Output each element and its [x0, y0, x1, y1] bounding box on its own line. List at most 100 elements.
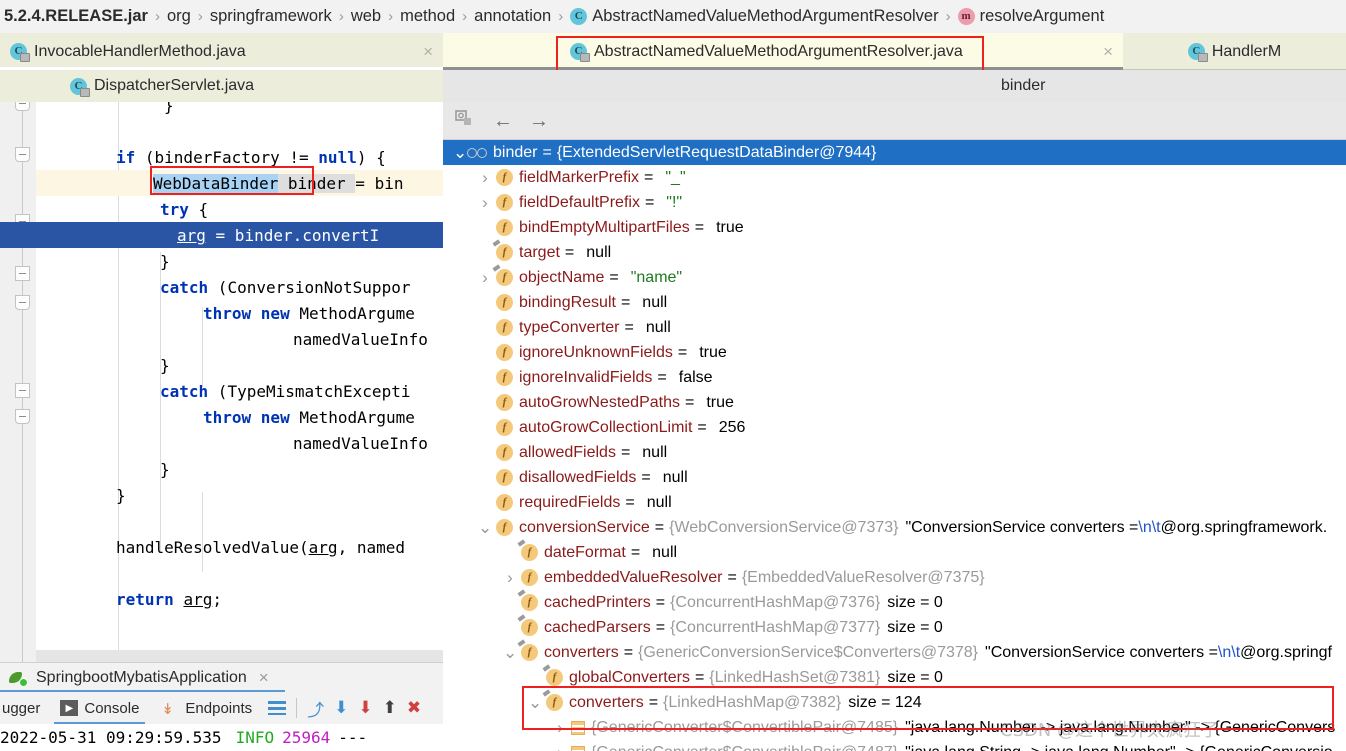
- debugger-variables-panel[interactable]: ← → ⌄ binder = {ExtendedServletRequestDataB…: [443, 102, 1346, 751]
- variable-value: null: [662, 468, 688, 486]
- code-content[interactable]: } if (binderFactory != null) { WebDataBi…: [0, 102, 443, 662]
- value-fragment: "ConversionService converters =: [985, 643, 1218, 661]
- back-arrow-icon[interactable]: ←: [493, 110, 513, 132]
- fold-marker[interactable]: [15, 147, 30, 162]
- variable-row[interactable]: f disallowedFields = null: [443, 465, 1346, 490]
- debugger-toolbar[interactable]: ← →: [443, 102, 1346, 140]
- chevron-right-icon[interactable]: ›: [478, 168, 492, 188]
- variable-row[interactable]: f bindEmptyMultipartFiles = true: [443, 215, 1346, 240]
- final-field-icon: f: [521, 544, 538, 561]
- debugger-tab[interactable]: ugger: [0, 692, 44, 724]
- step-into-icon[interactable]: ⬇: [334, 698, 348, 718]
- run-panel-toolbar[interactable]: ugger ▶ Console ↡ Endpoints ⤴ ⬇ ⬇ ⬆ ✖: [0, 692, 443, 724]
- breadcrumb-separator: ›: [462, 8, 468, 25]
- breadcrumb-item-springframework[interactable]: springframework: [206, 7, 336, 26]
- console-dashes: ---: [338, 728, 368, 747]
- object-reference: {ConcurrentHashMap@7377}: [670, 618, 881, 636]
- variable-row[interactable]: ⌄ f converters = {LinkedHashMap@7382} size = …: [443, 690, 1346, 715]
- variable-row[interactable]: › {GenericConverter$ConvertiblePair@7485}…: [443, 715, 1346, 740]
- binder-hint-label: binder: [1001, 77, 1046, 94]
- field-icon: f: [496, 369, 513, 386]
- variable-row[interactable]: › f objectName = "name": [443, 265, 1346, 290]
- variable-row[interactable]: ⌄ binder = {ExtendedServletRequestDataBinde…: [443, 140, 1346, 165]
- console-output[interactable]: 2022-05-31 09:29:59.535 INFO 25964 ---: [0, 724, 443, 751]
- chevron-right-icon[interactable]: ›: [478, 268, 492, 288]
- chevron-down-icon[interactable]: ⌄: [503, 644, 517, 661]
- breadcrumb-separator: ›: [388, 8, 394, 25]
- force-step-into-icon[interactable]: ⬇: [358, 698, 372, 718]
- tab-dispatcher-servlet[interactable]: C DispatcherServlet.java: [60, 70, 264, 102]
- variable-row[interactable]: f target = null: [443, 240, 1346, 265]
- tab-handler-method[interactable]: C HandlerM: [1123, 33, 1346, 70]
- breadcrumb-label: org: [166, 7, 191, 25]
- equals-sign: =: [684, 393, 695, 411]
- variable-value: true: [716, 218, 744, 236]
- tab-abstract-named-value-method-argument-resolver[interactable]: C AbstractNamedValueMethodArgumentResolv…: [443, 33, 1123, 70]
- variable-row[interactable]: f bindingResult = null: [443, 290, 1346, 315]
- close-icon[interactable]: ×: [423, 42, 433, 62]
- step-out-icon[interactable]: ⬆: [383, 698, 397, 718]
- breadcrumb-item-method[interactable]: method: [396, 7, 459, 26]
- code-editor[interactable]: } if (binderFactory != null) { WebDataBi…: [0, 102, 443, 662]
- breadcrumb-item-class[interactable]: C AbstractNamedValueMethodArgumentResolv…: [566, 7, 942, 26]
- variable-row[interactable]: f globalConverters = {LinkedHashSet@7381} si…: [443, 665, 1346, 690]
- equals-sign: =: [609, 268, 619, 286]
- breadcrumb[interactable]: 5.2.4.RELEASE.jar › org › springframewor…: [0, 0, 1346, 33]
- close-icon[interactable]: ×: [1103, 42, 1113, 62]
- fold-marker[interactable]: [15, 409, 30, 424]
- chevron-down-icon[interactable]: ⌄: [478, 519, 492, 536]
- fold-marker[interactable]: [15, 102, 30, 111]
- code-line-handleresolved: handleResolvedValue(arg, named: [116, 538, 405, 557]
- chevron-right-icon[interactable]: ›: [478, 193, 492, 213]
- object-reference: {LinkedHashSet@7381}: [709, 668, 881, 686]
- tab-invocable-handler-method[interactable]: C InvocableHandlerMethod.java ×: [0, 33, 443, 70]
- step-over-icon[interactable]: ⤴: [307, 696, 324, 721]
- variable-row[interactable]: f cachedParsers = {ConcurrentHashMap@7377} s…: [443, 615, 1346, 640]
- variable-row[interactable]: ⌄ f conversionService = {WebConversionServic…: [443, 515, 1346, 540]
- variable-row[interactable]: f typeConverter = null: [443, 315, 1346, 340]
- chevron-down-icon[interactable]: ⌄: [528, 694, 542, 711]
- variable-row[interactable]: f ignoreInvalidFields = false: [443, 365, 1346, 390]
- variable-row[interactable]: ⌄ f converters = {GenericConversionService$C…: [443, 640, 1346, 665]
- value-fragment: \n: [1138, 518, 1152, 536]
- variable-row[interactable]: › {GenericConverter$ConvertiblePair@7487}…: [443, 740, 1346, 751]
- chevron-right-icon[interactable]: ›: [553, 743, 567, 751]
- variable-row[interactable]: f allowedFields = null: [443, 440, 1346, 465]
- variable-row[interactable]: f dateFormat = null: [443, 540, 1346, 565]
- breadcrumb-item-annotation[interactable]: annotation: [470, 7, 555, 26]
- breadcrumb-item-method-name[interactable]: m resolveArgument: [954, 7, 1109, 26]
- variable-row[interactable]: f autoGrowCollectionLimit = 256: [443, 415, 1346, 440]
- variable-row[interactable]: › f fieldMarkerPrefix = "_": [443, 165, 1346, 190]
- stop-icon[interactable]: ✖: [407, 698, 421, 718]
- fold-marker[interactable]: [15, 383, 30, 398]
- variable-row[interactable]: f requiredFields = null: [443, 490, 1346, 515]
- forward-arrow-icon[interactable]: →: [529, 110, 549, 132]
- breadcrumb-item-jar[interactable]: 5.2.4.RELEASE.jar: [0, 7, 152, 26]
- variable-name: bindEmptyMultipartFiles: [519, 218, 690, 236]
- chevron-down-icon[interactable]: ⌄: [453, 144, 467, 161]
- chevron-right-icon[interactable]: ›: [503, 568, 517, 588]
- object-reference: {ConcurrentHashMap@7376}: [670, 593, 881, 611]
- settings-icon[interactable]: [455, 109, 477, 132]
- editor-gutter[interactable]: [0, 102, 36, 662]
- object-reference: {LinkedHashMap@7382}: [663, 693, 842, 711]
- close-icon[interactable]: ×: [259, 668, 269, 688]
- variable-row[interactable]: › f fieldDefaultPrefix = "!": [443, 190, 1346, 215]
- layout-icon[interactable]: [268, 701, 287, 715]
- value-fragment: "java.lang.Number -> java.lang.Number" -…: [905, 718, 1336, 736]
- class-icon: C: [570, 8, 588, 25]
- breadcrumb-item-web[interactable]: web: [347, 7, 385, 26]
- variable-row[interactable]: › f embeddedValueResolver = {EmbeddedValueRe…: [443, 565, 1346, 590]
- variables-tree[interactable]: ⌄ binder = {ExtendedServletRequestDataBinde…: [443, 140, 1346, 751]
- console-pid: 25964: [282, 728, 331, 747]
- chevron-right-icon[interactable]: ›: [553, 718, 567, 738]
- breadcrumb-item-org[interactable]: org: [163, 7, 195, 26]
- variable-row[interactable]: f autoGrowNestedPaths = true: [443, 390, 1346, 415]
- variable-row[interactable]: f cachedPrinters = {ConcurrentHashMap@7376}…: [443, 590, 1346, 615]
- console-tab[interactable]: ▶ Console: [54, 692, 146, 724]
- variable-value: 256: [718, 418, 746, 436]
- variable-row[interactable]: f ignoreUnknownFields = true: [443, 340, 1346, 365]
- run-panel-header[interactable]: SpringbootMybatisApplication ×: [0, 662, 443, 692]
- endpoints-tab[interactable]: ↡ Endpoints: [155, 692, 258, 724]
- variable-name: autoGrowNestedPaths: [519, 393, 680, 411]
